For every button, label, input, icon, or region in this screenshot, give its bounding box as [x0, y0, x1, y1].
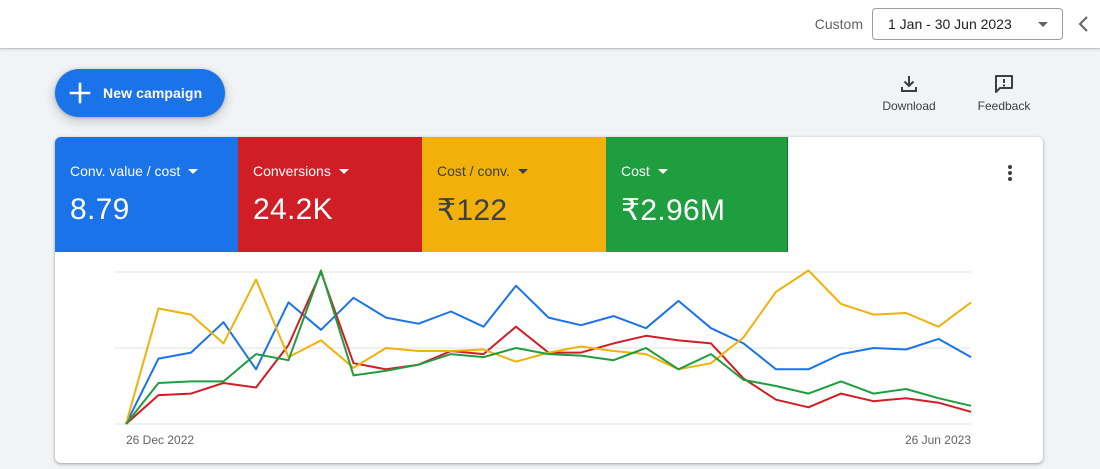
- metric-label-wrap: Cost: [621, 163, 668, 179]
- metric-value: ₹122: [437, 194, 508, 227]
- dropdown-caret-icon: [657, 168, 668, 174]
- download-button[interactable]: Download: [878, 73, 940, 113]
- metric-label-wrap: Conversions: [253, 163, 349, 179]
- more-vert-icon: [1008, 165, 1012, 181]
- download-icon: [901, 76, 917, 92]
- feedback-button[interactable]: Feedback: [975, 73, 1033, 113]
- dropdown-caret-icon: [188, 168, 199, 174]
- metric-label-wrap: Cost / conv.: [437, 163, 528, 179]
- metric-conversions[interactable]: Conversions 24.2K: [238, 137, 422, 252]
- metric-cost-per-conv[interactable]: Cost / conv. ₹122: [422, 137, 606, 252]
- x-tick-label-end: 26 Jun 2023: [905, 433, 971, 447]
- top-bar: Custom 1 Jan - 30 Jun 2023: [0, 0, 1100, 49]
- collapse-back-button[interactable]: [1072, 12, 1094, 36]
- date-range-value: 1 Jan - 30 Jun 2023: [888, 16, 1012, 32]
- chart-series: [125, 269, 972, 425]
- performance-card: Conv. value / cost 8.79 Conversions 24.2…: [55, 137, 1043, 463]
- plus-icon: [69, 82, 91, 104]
- metric-label: Cost / conv.: [437, 163, 510, 179]
- metric-label: Conversions: [253, 163, 331, 179]
- dropdown-caret-icon: [338, 168, 349, 174]
- metric-conv-value-cost[interactable]: Conv. value / cost 8.79: [55, 137, 238, 252]
- date-range-type-label: Custom: [814, 16, 863, 32]
- new-campaign-button[interactable]: New campaign: [55, 69, 225, 117]
- metric-label: Conv. value / cost: [70, 163, 181, 179]
- metric-value: ₹2.96M: [621, 194, 726, 227]
- x-tick-label-start: 26 Dec 2022: [126, 433, 194, 447]
- dropdown-caret-icon: [1038, 22, 1048, 27]
- metric-label-wrap: Conv. value / cost: [70, 163, 199, 179]
- new-campaign-label: New campaign: [103, 85, 203, 101]
- feedback-icon: [995, 75, 1013, 93]
- series-line-3: [125, 269, 972, 425]
- metric-value: 8.79: [70, 193, 130, 226]
- metric-label: Cost: [621, 163, 650, 179]
- date-range-select[interactable]: 1 Jan - 30 Jun 2023: [872, 8, 1063, 40]
- download-label: Download: [882, 99, 936, 113]
- metric-value: 24.2K: [253, 193, 333, 226]
- chevron-left-icon: [1078, 16, 1088, 32]
- more-options-button[interactable]: [1000, 161, 1020, 185]
- series-line-2: [125, 269, 972, 425]
- performance-line-chart: 26 Dec 2022 26 Jun 2023: [115, 269, 972, 447]
- dropdown-caret-icon: [517, 168, 528, 174]
- feedback-label: Feedback: [977, 99, 1031, 113]
- metric-cost[interactable]: Cost ₹2.96M: [606, 137, 788, 252]
